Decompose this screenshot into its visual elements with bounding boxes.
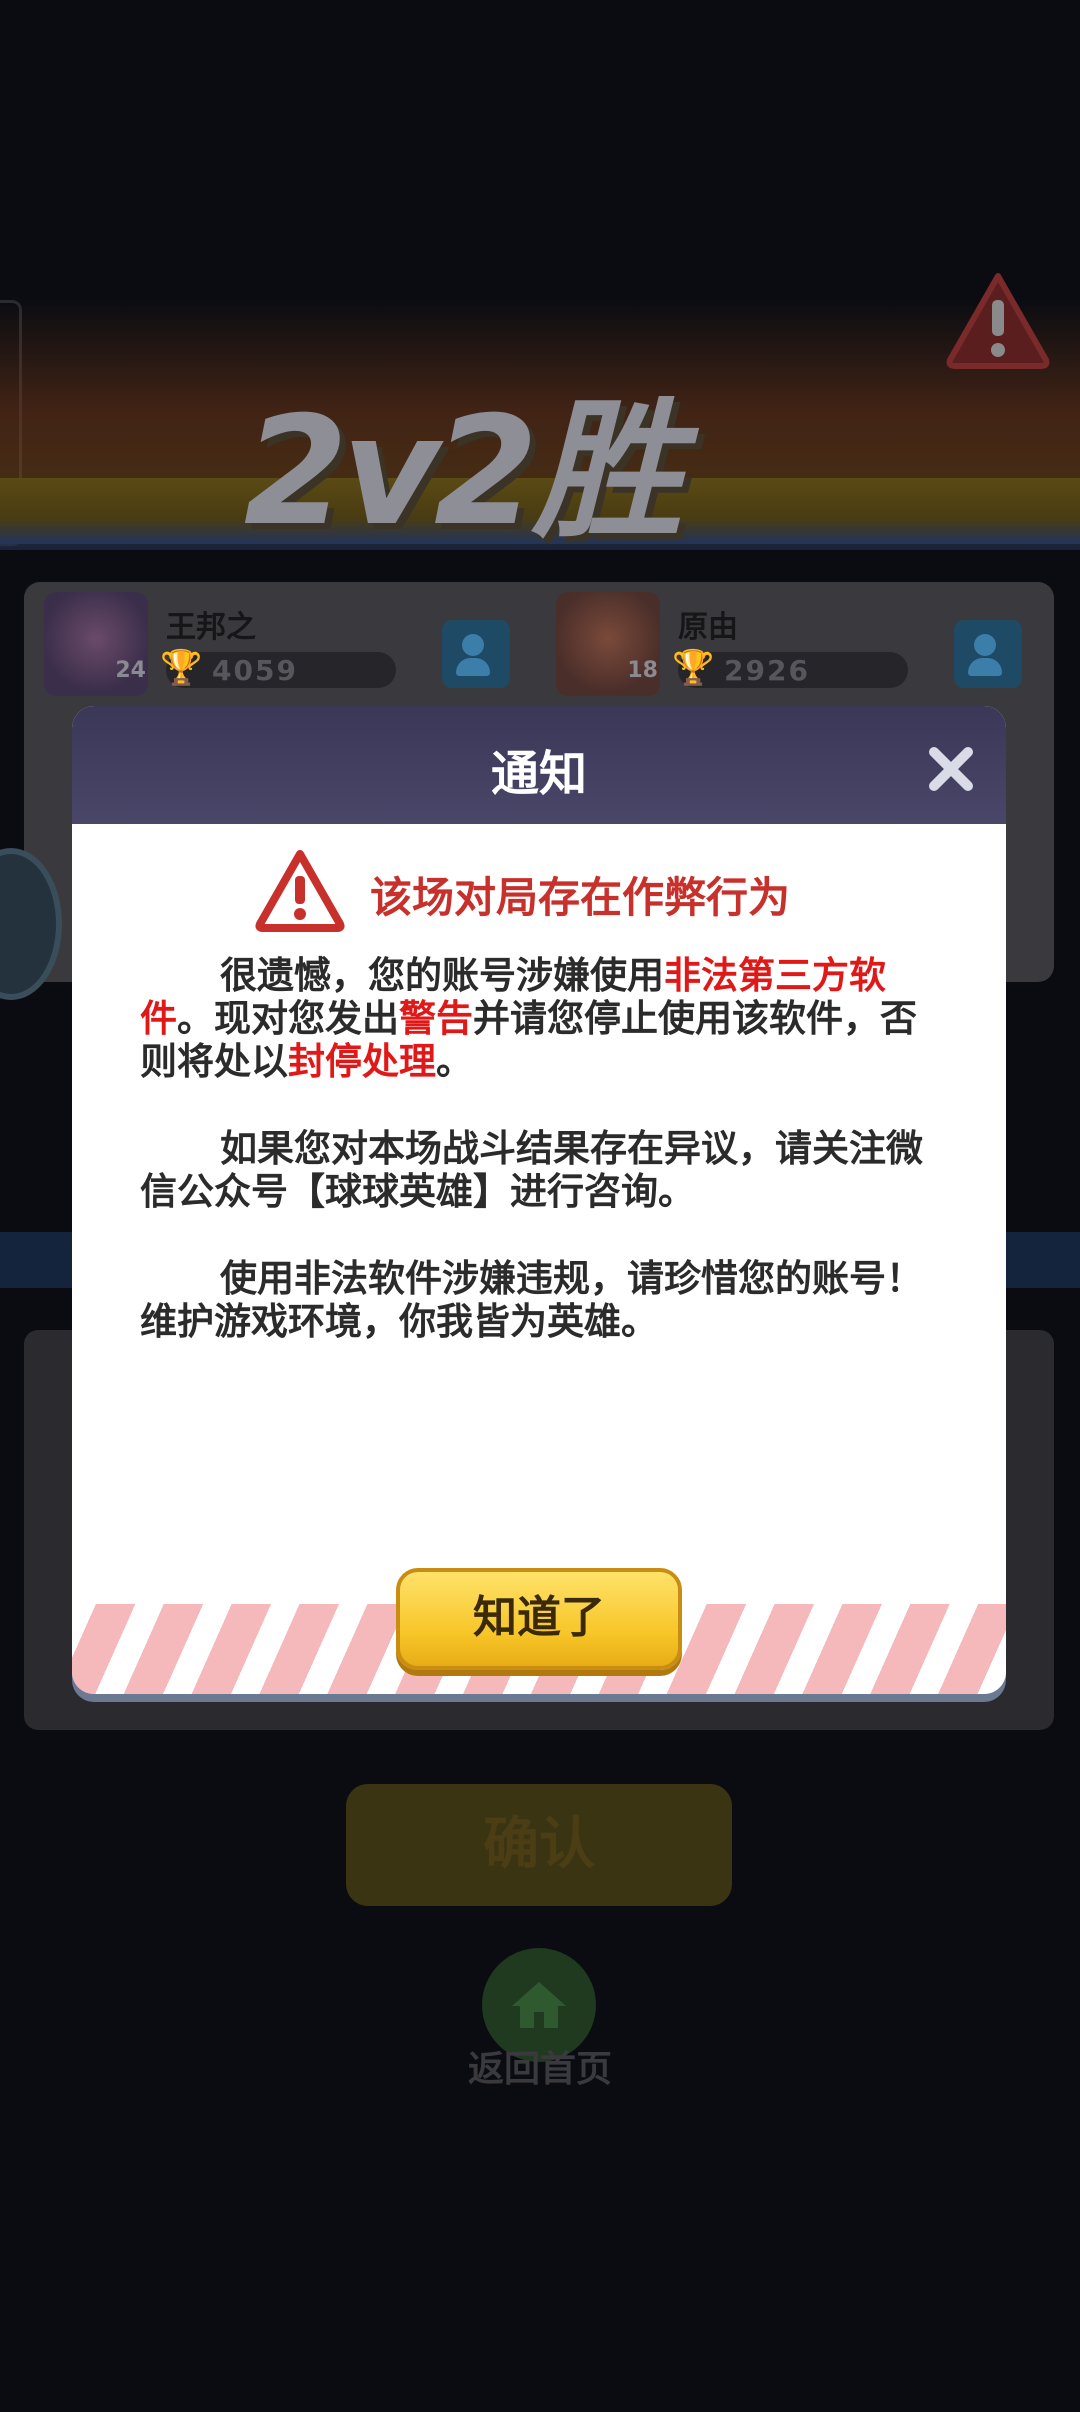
notice-body: 很遗憾，您的账号涉嫌使用非法第三方软件。现对您发出警告并请您停止使用该软件，否则… [140, 954, 948, 1387]
warning-icon [255, 850, 345, 932]
alert-message: 该场对局存在作弊行为 [370, 873, 791, 922]
dialog-title: 通知 [490, 746, 587, 802]
trophy-icon: 🏆 [160, 648, 203, 688]
notice-paragraph: 使用非法软件涉嫌违规，请珍惜您的账号！维护游戏环境，你我皆为英雄。 [140, 1257, 923, 1343]
trophy-score: 4059 [212, 654, 298, 687]
trophy-bar: 🏆 4059 [160, 648, 396, 688]
notice-dialog: 通知 该场对局存在作弊行为 很遗憾，您的账号涉嫌使用非法第三方软件。现对您发出警… [72, 706, 1006, 1694]
add-friend-button[interactable] [442, 620, 510, 688]
trophy-icon: 🏆 [672, 648, 715, 688]
report-warning-icon[interactable] [944, 270, 1052, 370]
dialog-header: 通知 [72, 706, 1006, 824]
acknowledge-button[interactable]: 知道了 [396, 1568, 682, 1670]
player-name: 原由 [678, 610, 738, 645]
notice-paragraph: 如果您对本场战斗结果存在异议，请关注微信公众号【球球英雄】进行咨询。 [140, 1127, 923, 1213]
player-level: 24 [115, 658, 146, 683]
home-label: 返回首页 [467, 2049, 612, 2090]
add-friend-button[interactable] [954, 620, 1022, 688]
highlight-text: 警告 [399, 997, 473, 1040]
trophy-bar: 🏆 2926 [672, 648, 908, 688]
player-card: 18 原由 🏆 2926 [556, 592, 1056, 700]
home-icon [512, 1982, 566, 2028]
confirm-button[interactable]: 确认 [346, 1784, 732, 1906]
player-level: 18 [627, 658, 658, 683]
highlight-text: 封停处理 [288, 1040, 436, 1083]
notice-paragraph: 很遗憾，您的账号涉嫌使用非法第三方软件。现对您发出警告并请您停止使用该软件，否则… [140, 954, 917, 1083]
cheat-alert: 该场对局存在作弊行为 [72, 840, 1006, 940]
close-icon[interactable] [924, 742, 978, 796]
player-card: 24 王邦之 🏆 4059 [44, 592, 544, 700]
trophy-score: 2926 [724, 654, 810, 687]
player-name: 王邦之 [166, 610, 256, 645]
